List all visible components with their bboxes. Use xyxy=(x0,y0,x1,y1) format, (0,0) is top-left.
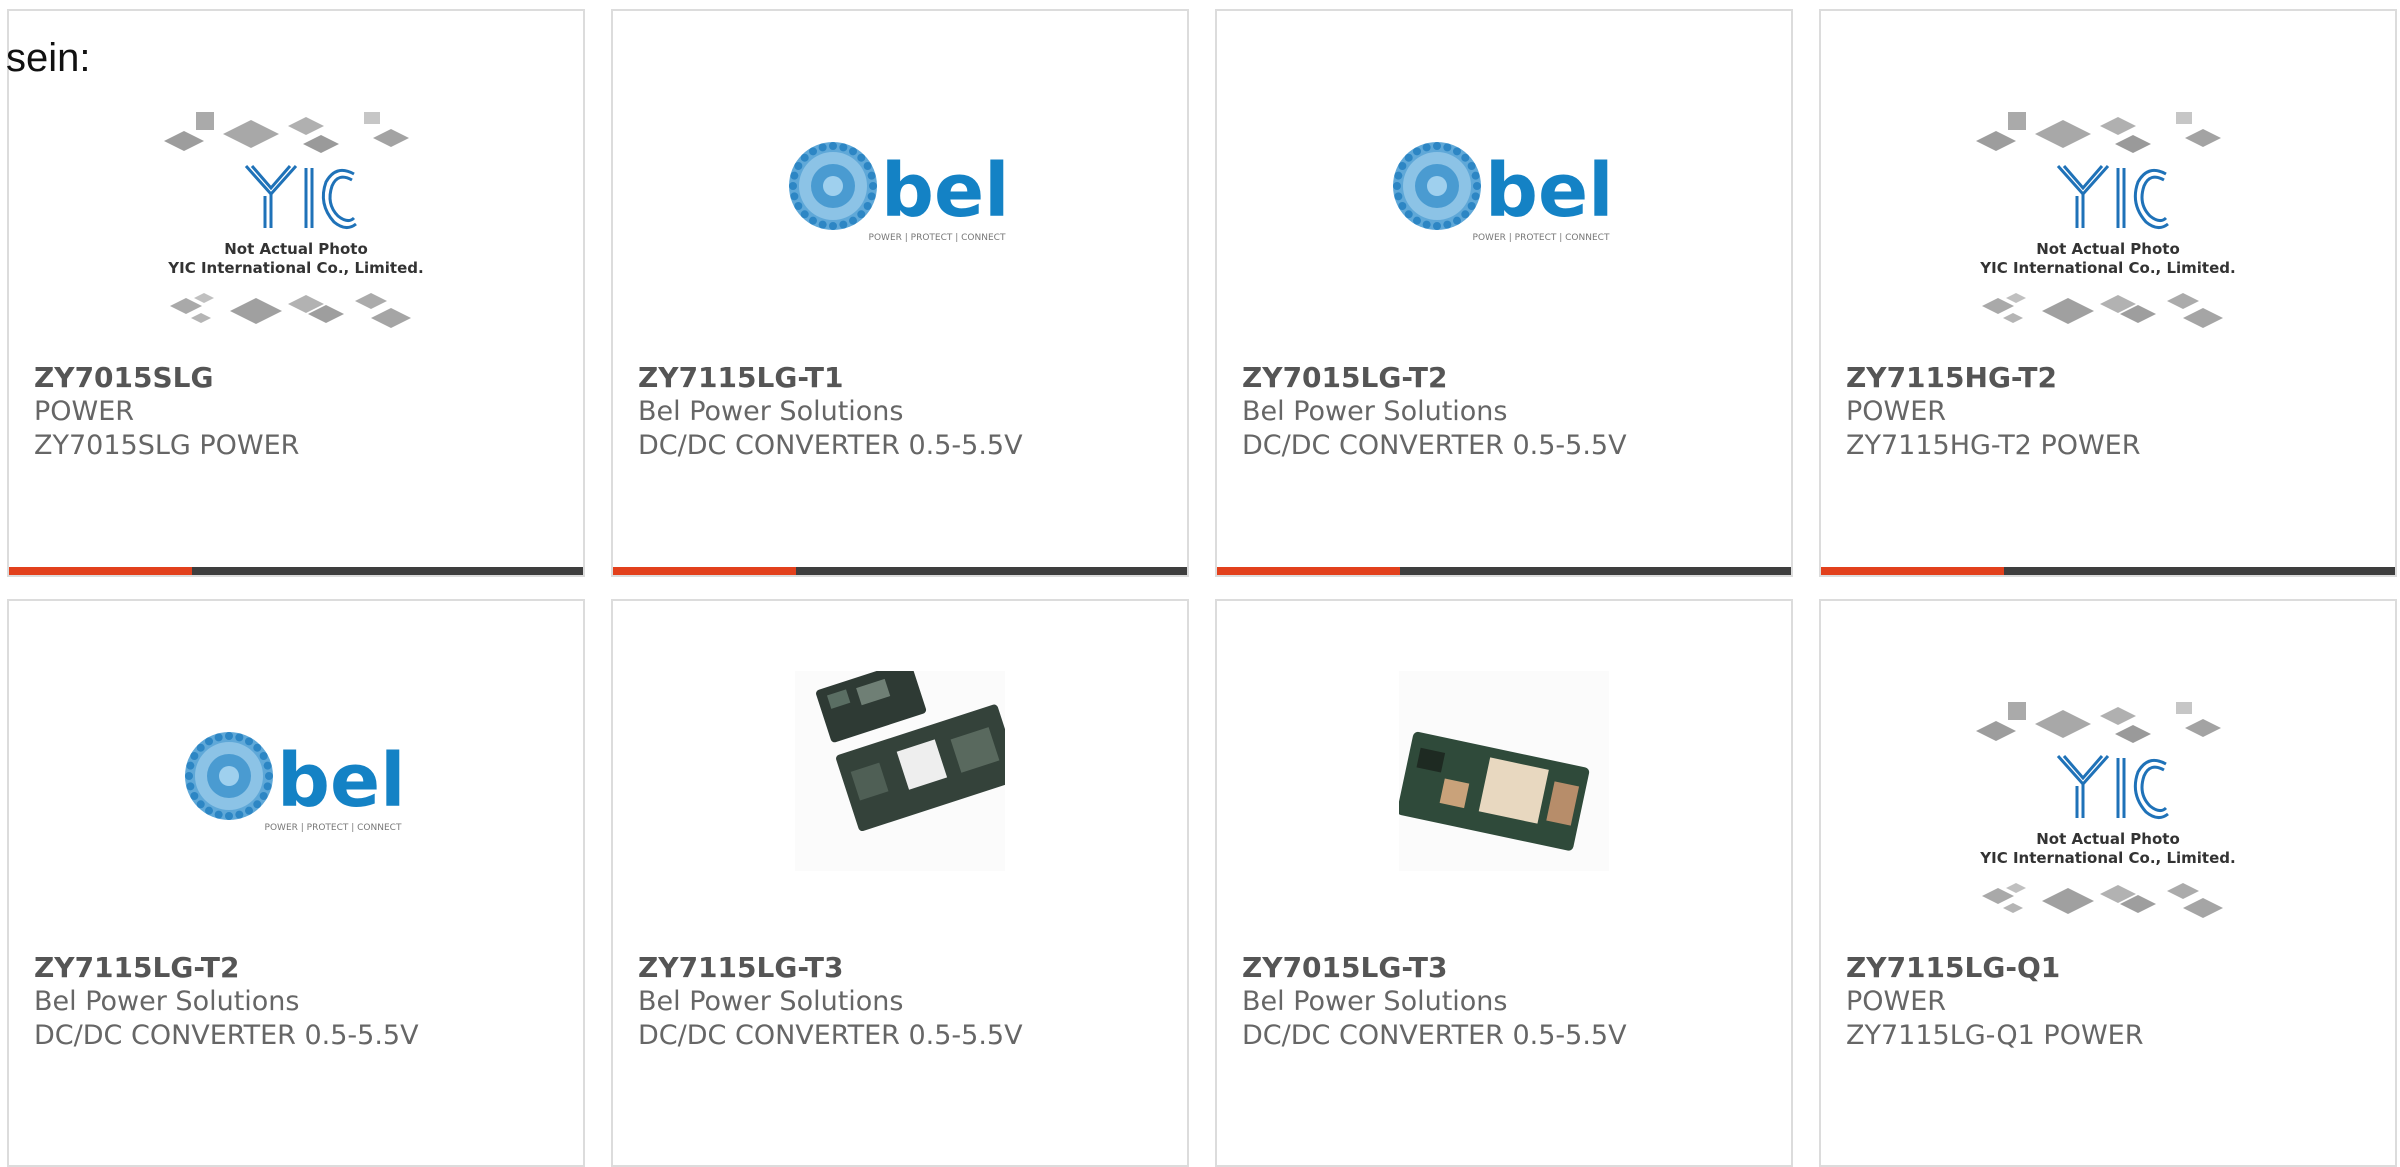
not-actual-photo-placeholder: Not Actual PhotoYIC International Co., L… xyxy=(1976,112,2236,328)
svg-text:Not Actual Photo: Not Actual Photo xyxy=(2036,830,2180,848)
product-photo xyxy=(1399,671,1609,871)
svg-text:YIC International Co., Limited: YIC International Co., Limited. xyxy=(1979,849,2235,867)
product-image[interactable]: Not Actual Photo YIC International Co., L… xyxy=(1821,106,2395,376)
svg-text:POWER | PROTECT | CONNECT: POWER | PROTECT | CONNECT xyxy=(869,233,1006,243)
not-actual-photo-placeholder: Not Actual PhotoYIC International Co., L… xyxy=(164,112,424,328)
manufacturer: POWER xyxy=(34,396,135,427)
svg-text:Not Actual Photo: Not Actual Photo xyxy=(224,240,368,258)
svg-text:POWER | PROTECT | CONNECT: POWER | PROTECT | CONNECT xyxy=(265,823,402,833)
manufacturer: Bel Power Solutions xyxy=(1242,986,1508,1017)
manufacturer: POWER xyxy=(1846,986,1947,1017)
not-actual-photo-placeholder: Not Actual PhotoYIC International Co., L… xyxy=(1976,702,2236,918)
product-image[interactable] xyxy=(613,671,1187,941)
part-number[interactable]: ZY7015SLG xyxy=(34,361,214,395)
part-number[interactable]: ZY7015LG-T2 xyxy=(1242,361,1447,395)
part-number[interactable]: ZY7115LG-T2 xyxy=(34,951,239,985)
description: ZY7015SLG POWER xyxy=(34,430,300,461)
card-accent-bar xyxy=(1217,567,1791,575)
product-card[interactable]: Not Actual Photo YIC International Co., L… xyxy=(7,9,585,577)
card-accent-bar xyxy=(9,567,583,575)
bel-logo: belPOWER | PROTECT | CONNECT xyxy=(789,142,1010,243)
manufacturer: Bel Power Solutions xyxy=(638,986,904,1017)
svg-text:YIC International Co., Limited: YIC International Co., Limited. xyxy=(167,259,423,277)
svg-text:POWER | PROTECT | CONNECT: POWER | PROTECT | CONNECT xyxy=(1473,233,1610,243)
manufacturer: Bel Power Solutions xyxy=(638,396,904,427)
svg-text:YIC International Co., Limited: YIC International Co., Limited. xyxy=(1979,259,2235,277)
product-card[interactable]: bel POWER | PROTECT | CONNECT ZY7015LG-T2… xyxy=(1215,9,1793,577)
description: ZY7115LG-Q1 POWER xyxy=(1846,1020,2144,1051)
product-card[interactable]: ZY7115LG-T3 Bel Power Solutions DC/DC CO… xyxy=(611,599,1189,1167)
product-card[interactable]: Not Actual Photo YIC International Co., L… xyxy=(1819,9,2397,577)
svg-text:Not Actual Photo: Not Actual Photo xyxy=(2036,240,2180,258)
description: DC/DC CONVERTER 0.5-5.5V xyxy=(34,1020,419,1051)
part-number[interactable]: ZY7115LG-T3 xyxy=(638,951,843,985)
product-image[interactable] xyxy=(1217,671,1791,941)
intro-text: sein: xyxy=(6,36,91,80)
product-card[interactable]: Not Actual Photo YIC International Co., L… xyxy=(1819,599,2397,1167)
manufacturer: Bel Power Solutions xyxy=(1242,396,1508,427)
bel-logo: belPOWER | PROTECT | CONNECT xyxy=(1393,142,1614,243)
product-card[interactable]: ZY7015LG-T3 Bel Power Solutions DC/DC CO… xyxy=(1215,599,1793,1167)
part-number[interactable]: ZY7115LG-Q1 xyxy=(1846,951,2060,985)
manufacturer: POWER xyxy=(1846,396,1947,427)
product-card[interactable]: bel POWER | PROTECT | CONNECT ZY7115LG-T1… xyxy=(611,9,1189,577)
manufacturer: Bel Power Solutions xyxy=(34,986,300,1017)
description: DC/DC CONVERTER 0.5-5.5V xyxy=(638,430,1023,461)
svg-text:bel: bel xyxy=(277,738,406,824)
card-accent-bar xyxy=(1821,567,2395,575)
svg-text:bel: bel xyxy=(1485,148,1614,234)
card-accent-bar xyxy=(613,567,1187,575)
part-number[interactable]: ZY7115HG-T2 xyxy=(1846,361,2057,395)
description: DC/DC CONVERTER 0.5-5.5V xyxy=(1242,1020,1627,1051)
product-card[interactable]: bel POWER | PROTECT | CONNECT ZY7115LG-T2… xyxy=(7,599,585,1167)
product-image[interactable]: Not Actual Photo YIC International Co., L… xyxy=(1821,696,2395,966)
description: DC/DC CONVERTER 0.5-5.5V xyxy=(638,1020,1023,1051)
product-image[interactable]: Not Actual Photo YIC International Co., L… xyxy=(9,106,583,376)
part-number[interactable]: ZY7015LG-T3 xyxy=(1242,951,1447,985)
product-photo xyxy=(795,671,1005,871)
description: ZY7115HG-T2 POWER xyxy=(1846,430,2141,461)
svg-text:bel: bel xyxy=(881,148,1010,234)
description: DC/DC CONVERTER 0.5-5.5V xyxy=(1242,430,1627,461)
bel-logo: belPOWER | PROTECT | CONNECT xyxy=(185,732,406,833)
part-number[interactable]: ZY7115LG-T1 xyxy=(638,361,843,395)
